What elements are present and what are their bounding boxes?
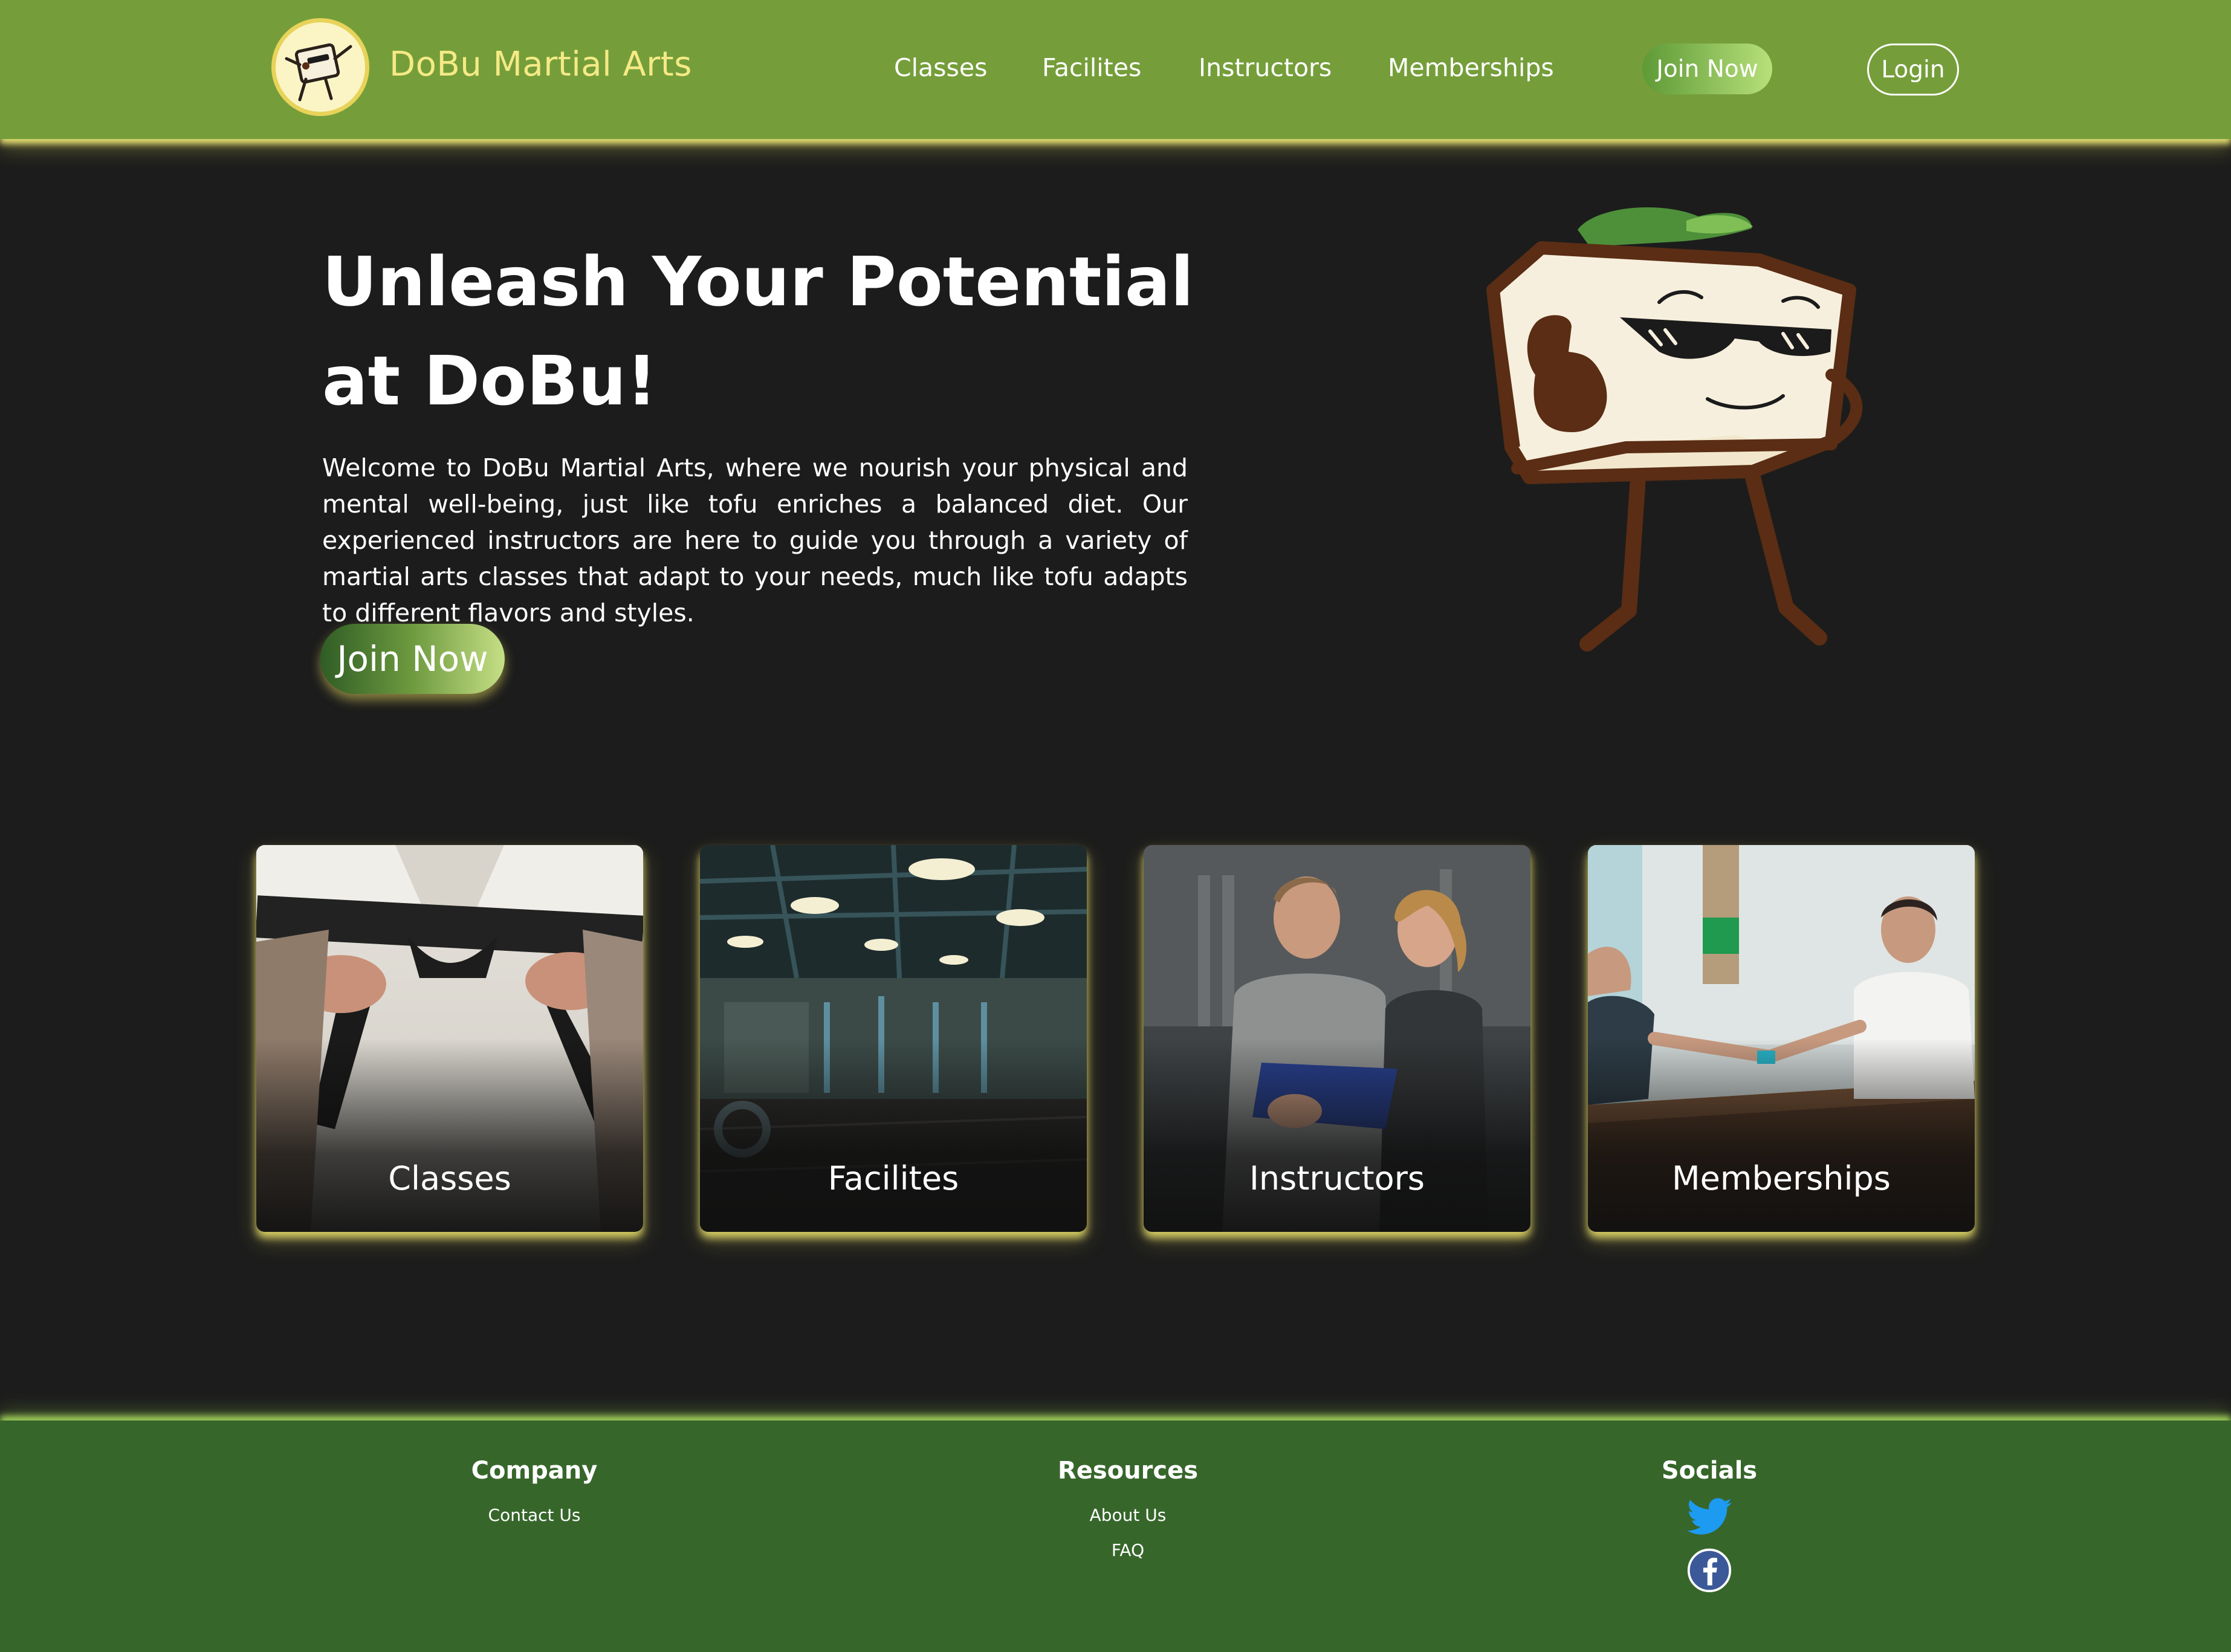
footer-heading-socials: Socials — [1661, 1457, 1758, 1485]
logo[interactable] — [271, 18, 369, 116]
tofu-mascot-illustration — [1486, 207, 1863, 652]
brand-name[interactable]: DoBu Martial Arts — [389, 45, 692, 84]
footer-company-column: Company Contact Us — [383, 1457, 685, 1533]
tofu-logo-icon — [285, 43, 352, 102]
nav-link-memberships[interactable]: Memberships — [1388, 53, 1554, 82]
card-memberships[interactable]: Memberships — [1588, 845, 1975, 1232]
facebook-icon[interactable] — [1686, 1547, 1732, 1593]
footer-link-contact-us[interactable]: Contact Us — [383, 1498, 685, 1533]
footer-link-faq[interactable]: FAQ — [977, 1533, 1279, 1568]
card-label-instructors: Instructors — [1249, 1159, 1425, 1197]
card-label-facilities: Facilites — [827, 1159, 959, 1197]
card-classes[interactable]: Classes — [256, 845, 643, 1232]
hero-title: Unleash Your Potential at DoBu! — [322, 243, 1194, 421]
join-now-button[interactable]: Join Now — [1642, 44, 1772, 94]
site-header: DoBu Martial Arts Classes Facilites Inst… — [0, 0, 2231, 139]
nav-link-facilities[interactable]: Facilites — [1042, 53, 1141, 82]
card-label-classes: Classes — [388, 1159, 511, 1197]
footer-heading-resources: Resources — [1057, 1457, 1199, 1485]
footer-resources-column: Resources About Us FAQ — [977, 1457, 1279, 1568]
nav-link-classes[interactable]: Classes — [894, 53, 987, 82]
site-footer: Company Contact Us Resources About Us FA… — [0, 1420, 2231, 1652]
hero-description: Welcome to DoBu Martial Arts, where we n… — [322, 453, 1188, 627]
login-button[interactable]: Login — [1867, 44, 1959, 96]
twitter-icon[interactable] — [1687, 1498, 1732, 1535]
card-label-memberships: Memberships — [1672, 1159, 1891, 1197]
nav-link-instructors[interactable]: Instructors — [1199, 53, 1332, 82]
footer-socials-column: Socials — [1558, 1457, 1860, 1593]
footer-link-about-us[interactable]: About Us — [977, 1498, 1279, 1533]
hero-join-now-button[interactable]: Join Now — [320, 624, 505, 694]
footer-heading-company: Company — [471, 1457, 598, 1485]
card-instructors[interactable]: Instructors — [1144, 845, 1530, 1232]
card-facilities[interactable]: Facilites — [700, 845, 1087, 1232]
